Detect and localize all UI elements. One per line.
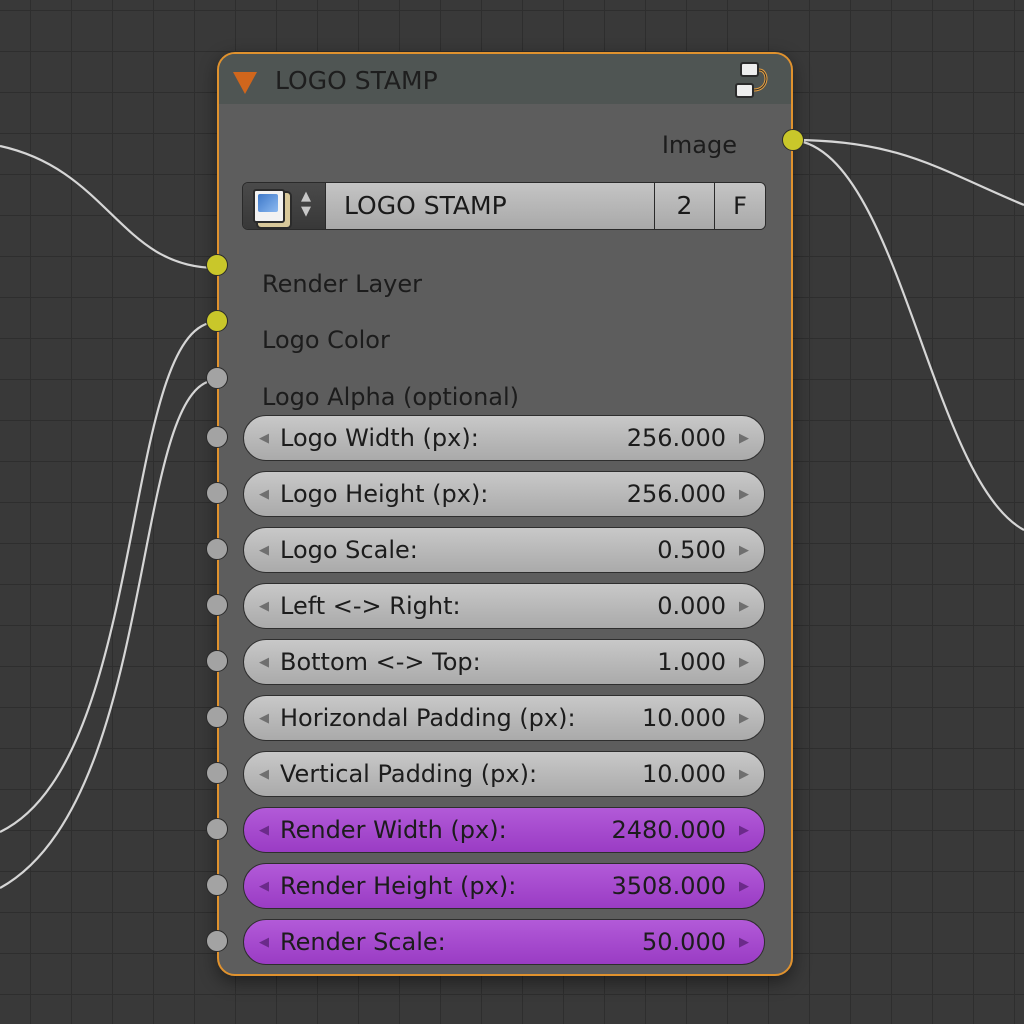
input-label: Logo Color <box>262 326 390 354</box>
decrement-arrow-icon[interactable]: ◀ <box>256 767 272 782</box>
decrement-arrow-icon[interactable]: ◀ <box>256 487 272 502</box>
field-value: 3508.000 <box>611 872 726 900</box>
increment-arrow-icon[interactable]: ▶ <box>736 879 752 894</box>
node-tree-icon <box>253 189 285 223</box>
field-value: 50.000 <box>642 928 726 956</box>
node-title: LOGO STAMP <box>275 66 438 95</box>
user-count-button[interactable]: 2 <box>655 183 715 229</box>
field-label: Render Height (px): <box>280 872 517 900</box>
field-label: Left <-> Right: <box>280 592 461 620</box>
field-input-socket[interactable] <box>206 874 228 896</box>
number-field[interactable]: ◀ Bottom <-> Top: 1.000 ▶ <box>243 639 765 685</box>
number-field[interactable]: ◀ Render Height (px): 3508.000 ▶ <box>243 863 765 909</box>
output-image-label: Image <box>661 131 737 159</box>
number-field[interactable]: ◀ Horizondal Padding (px): 10.000 ▶ <box>243 695 765 741</box>
up-down-arrows-icon: ▲ ▼ <box>301 189 311 219</box>
field-input-socket[interactable] <box>206 706 228 728</box>
field-value: 0.500 <box>657 536 726 564</box>
field-input-socket[interactable] <box>206 538 228 560</box>
increment-arrow-icon[interactable]: ▶ <box>736 935 752 950</box>
link-logo-color <box>0 320 218 833</box>
group-name-field[interactable]: LOGO STAMP <box>326 183 655 229</box>
field-value: 2480.000 <box>611 816 726 844</box>
field-label: Logo Width (px): <box>280 424 479 452</box>
link-logo-alpha <box>0 378 218 889</box>
field-value: 10.000 <box>642 760 726 788</box>
number-field[interactable]: ◀ Logo Scale: 0.500 ▶ <box>243 527 765 573</box>
decrement-arrow-icon[interactable]: ◀ <box>256 655 272 670</box>
decrement-arrow-icon[interactable]: ◀ <box>256 879 272 894</box>
number-field[interactable]: ◀ Logo Height (px): 256.000 ▶ <box>243 471 765 517</box>
decrement-arrow-icon[interactable]: ◀ <box>256 543 272 558</box>
field-label: Horizondal Padding (px): <box>280 704 576 732</box>
node-group-icon[interactable] <box>733 60 775 102</box>
decrement-arrow-icon[interactable]: ◀ <box>256 935 272 950</box>
field-label: Logo Scale: <box>280 536 418 564</box>
input-socket[interactable] <box>206 367 228 389</box>
increment-arrow-icon[interactable]: ▶ <box>736 655 752 670</box>
input-label: Logo Alpha (optional) <box>262 383 520 411</box>
number-field[interactable]: ◀ Left <-> Right: 0.000 ▶ <box>243 583 765 629</box>
link-render-layer <box>0 144 218 270</box>
field-input-socket[interactable] <box>206 650 228 672</box>
field-label: Vertical Padding (px): <box>280 760 538 788</box>
node-header[interactable]: LOGO STAMP <box>219 54 791 104</box>
number-field[interactable]: ◀ Render Width (px): 2480.000 ▶ <box>243 807 765 853</box>
output-socket-image[interactable] <box>782 129 804 151</box>
field-label: Render Scale: <box>280 928 446 956</box>
field-label: Bottom <-> Top: <box>280 648 481 676</box>
field-input-socket[interactable] <box>206 818 228 840</box>
field-label: Render Width (px): <box>280 816 507 844</box>
increment-arrow-icon[interactable]: ▶ <box>736 431 752 446</box>
field-label: Logo Height (px): <box>280 480 489 508</box>
increment-arrow-icon[interactable]: ▶ <box>736 711 752 726</box>
node-group-selector[interactable]: ▲ ▼ LOGO STAMP 2 F <box>242 182 766 230</box>
input-label: Render Layer <box>262 270 422 298</box>
field-value: 256.000 <box>626 424 726 452</box>
link-image-out-1 <box>792 138 1024 207</box>
field-input-socket[interactable] <box>206 482 228 504</box>
field-value: 256.000 <box>626 480 726 508</box>
fake-user-button[interactable]: F <box>715 183 765 229</box>
number-field[interactable]: ◀ Vertical Padding (px): 10.000 ▶ <box>243 751 765 797</box>
field-value: 0.000 <box>657 592 726 620</box>
decrement-arrow-icon[interactable]: ◀ <box>256 711 272 726</box>
increment-arrow-icon[interactable]: ▶ <box>736 599 752 614</box>
logo-stamp-node[interactable]: LOGO STAMP Image ▲ ▼ LOGO STAMP 2 F Rende… <box>217 52 793 976</box>
field-value: 1.000 <box>657 648 726 676</box>
number-field[interactable]: ◀ Render Scale: 50.000 ▶ <box>243 919 765 965</box>
input-socket[interactable] <box>206 310 228 332</box>
browse-group-button[interactable]: ▲ ▼ <box>243 183 326 229</box>
field-input-socket[interactable] <box>206 594 228 616</box>
increment-arrow-icon[interactable]: ▶ <box>736 767 752 782</box>
field-input-socket[interactable] <box>206 426 228 448</box>
collapse-arrow-icon[interactable] <box>233 72 257 94</box>
increment-arrow-icon[interactable]: ▶ <box>736 543 752 558</box>
number-field[interactable]: ◀ Logo Width (px): 256.000 ▶ <box>243 415 765 461</box>
link-image-out-2 <box>792 138 1024 531</box>
decrement-arrow-icon[interactable]: ◀ <box>256 599 272 614</box>
field-value: 10.000 <box>642 704 726 732</box>
increment-arrow-icon[interactable]: ▶ <box>736 487 752 502</box>
input-socket[interactable] <box>206 254 228 276</box>
increment-arrow-icon[interactable]: ▶ <box>736 823 752 838</box>
decrement-arrow-icon[interactable]: ◀ <box>256 431 272 446</box>
field-input-socket[interactable] <box>206 930 228 952</box>
field-input-socket[interactable] <box>206 762 228 784</box>
decrement-arrow-icon[interactable]: ◀ <box>256 823 272 838</box>
